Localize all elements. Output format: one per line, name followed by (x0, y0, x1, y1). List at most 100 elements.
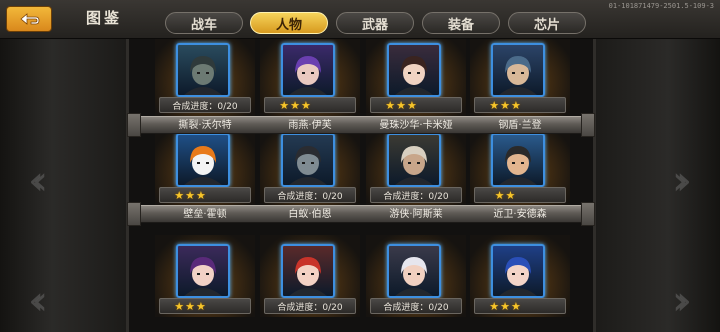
back-button[interactable] (6, 6, 52, 32)
card-status-bar: 合成进度：0/20 (264, 298, 356, 314)
card-status-bar: ★ ★ ★ (370, 97, 462, 113)
tab-weapons[interactable]: 武器 (336, 12, 414, 34)
star-icon: ★ (500, 299, 510, 313)
shelf-bracket (127, 113, 141, 137)
synthesis-progress-text: 合成进度：0/20 (277, 302, 343, 313)
star-icon: ★ (185, 299, 195, 313)
star-icon: ★ (174, 299, 185, 313)
tab-equipment[interactable]: 装备 (422, 12, 500, 34)
character-name: 雨燕·伊芙 (288, 120, 332, 131)
shelf-bracket (581, 113, 595, 137)
star-rating: ★ ★ ★ (279, 100, 311, 111)
synthesis-progress-text: 合成进度：0/20 (383, 302, 449, 313)
purple-hair-girl-portrait (289, 56, 327, 95)
left-wall-panel: ‹‹ ‹‹ (0, 38, 130, 332)
star-icon: ★ (505, 188, 516, 202)
character-name: 撕裂·沃尔特 (178, 120, 232, 131)
white-hair-boy-portrait (395, 257, 433, 296)
synthesis-progress-text: 合成进度：0/20 (172, 101, 238, 112)
character-card[interactable]: 合成进度：0/20 (155, 34, 255, 116)
right-chevron-decoration: ›› (672, 158, 692, 204)
right-wall-panel: ›› ›› (590, 38, 720, 332)
card-status-bar: ★ ★ ★ (159, 298, 251, 314)
card-rack: 合成进度：0/20 ★ ★ ★ ★ ★ ★ ★ ★ ★ ★ ★ ★ 合成进度：0/20 合成进度：0/20 ★… (126, 34, 596, 332)
character-name: 壁垒·霍顿 (183, 209, 227, 220)
codex-screen: ‹‹ ‹‹ ›› ›› 合成进度：0/20 ★ ★ ★ ★ ★ ★ ★ ★ ★ ★ ★ ★ 合成进度：0/… (0, 0, 720, 332)
card-status-bar: ★ ★ ★ (159, 187, 251, 203)
portrait-frame (387, 43, 441, 97)
star-icon: ★ (279, 98, 290, 112)
star-rating: ★ ★ ★ (489, 301, 521, 312)
blue-hair-girl-portrait (499, 257, 537, 296)
portrait-frame (176, 133, 230, 187)
portrait-frame (491, 244, 545, 298)
dark-suit-man-portrait (289, 146, 327, 185)
portrait-frame (491, 43, 545, 97)
card-status-bar: 合成进度：0/20 (370, 187, 462, 203)
orange-robot-portrait (184, 146, 222, 185)
left-chevron-decoration-lower: ‹‹ (28, 278, 48, 324)
character-card[interactable]: 合成进度：0/20 (260, 235, 360, 317)
hooded-soldier-portrait (184, 56, 222, 95)
synthesis-progress-text: 合成进度：0/20 (383, 191, 449, 202)
top-bar: 图鉴 01-101871479-2501.5-109-3 战车 人物 武器 装备… (0, 0, 720, 39)
character-card[interactable]: ★ ★ ★ (155, 124, 255, 206)
star-rating: ★ ★ ★ (489, 100, 521, 111)
character-card[interactable]: ★ ★ ★ (470, 34, 570, 116)
star-icon: ★ (489, 98, 500, 112)
tab-characters[interactable]: 人物 (250, 12, 328, 34)
star-icon: ★ (489, 299, 500, 313)
portrait-frame (387, 133, 441, 187)
portrait-frame (176, 244, 230, 298)
character-name: 钢盾·兰登 (498, 120, 542, 131)
cowboy-hat-man-portrait (395, 146, 433, 185)
star-icon: ★ (290, 98, 300, 112)
synthesis-progress-text: 合成进度：0/20 (277, 191, 343, 202)
character-card[interactable]: ★ ★ ★ (366, 34, 466, 116)
star-icon: ★ (510, 299, 521, 313)
star-icon: ★ (406, 98, 417, 112)
star-rating: ★ ★ (495, 190, 516, 201)
portrait-frame (281, 43, 335, 97)
star-icon: ★ (174, 188, 185, 202)
character-card[interactable]: ★ ★ ★ (155, 235, 255, 317)
card-status-bar: 合成进度：0/20 (264, 187, 356, 203)
star-icon: ★ (396, 98, 406, 112)
name-shelf: 壁垒·霍顿 白蚁·伯恩 游侠·阿斯莱 近卫·安德森 (127, 202, 595, 226)
portrait-frame (281, 244, 335, 298)
star-icon: ★ (185, 188, 195, 202)
star-icon: ★ (300, 98, 311, 112)
character-card[interactable]: ★ ★ ★ (470, 235, 570, 317)
star-icon: ★ (195, 188, 206, 202)
card-status-bar: 合成进度：0/20 (159, 97, 251, 113)
character-card[interactable]: 合成进度：0/20 (366, 235, 466, 317)
card-status-bar: ★ ★ (474, 187, 566, 203)
character-name: 近卫·安德森 (493, 209, 547, 220)
star-icon: ★ (494, 188, 505, 202)
star-icon: ★ (500, 98, 510, 112)
right-chevron-decoration-lower: ›› (672, 278, 692, 324)
character-name: 白蚁·伯恩 (288, 209, 332, 220)
shelf-bracket (581, 202, 595, 226)
character-card[interactable]: ★ ★ (470, 124, 570, 206)
character-card[interactable]: 合成进度：0/20 (366, 124, 466, 206)
tab-vehicles[interactable]: 战车 (165, 12, 243, 34)
dark-hair-woman-portrait (395, 56, 433, 95)
cyborg-man-portrait (499, 56, 537, 95)
build-info: 01-101871479-2501.5-109-3 (608, 2, 714, 10)
cap-girl-portrait (184, 257, 222, 296)
character-name: 曼珠沙华·卡米娅 (379, 120, 453, 131)
star-icon: ★ (195, 299, 206, 313)
shelf-bracket (127, 202, 141, 226)
character-card[interactable]: ★ ★ ★ (260, 34, 360, 116)
star-icon: ★ (510, 98, 521, 112)
tab-chips[interactable]: 芯片 (508, 12, 586, 34)
return-arrow-icon (20, 13, 40, 25)
portrait-frame (491, 133, 545, 187)
card-status-bar: ★ ★ ★ (264, 97, 356, 113)
portrait-frame (387, 244, 441, 298)
star-icon: ★ (385, 98, 396, 112)
character-card[interactable]: 合成进度：0/20 (260, 124, 360, 206)
portrait-frame (281, 133, 335, 187)
left-chevron-decoration: ‹‹ (28, 158, 48, 204)
